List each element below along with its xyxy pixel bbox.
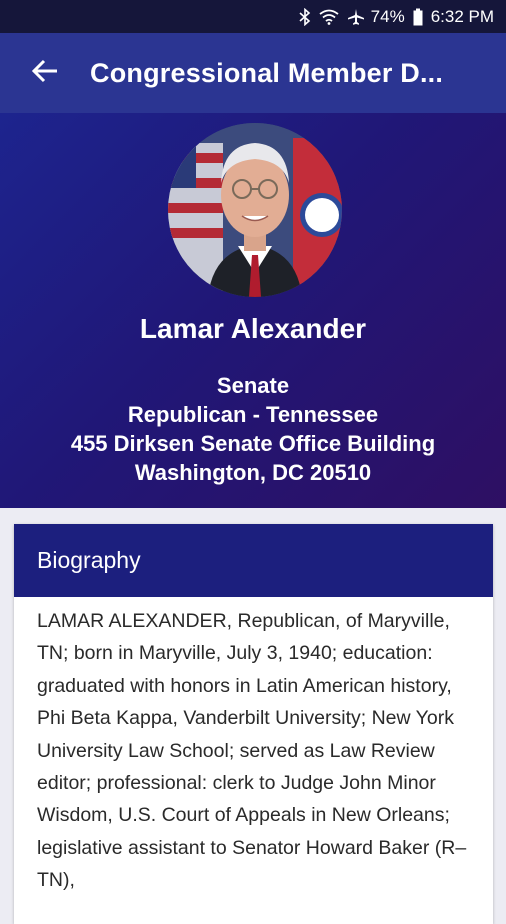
status-time: 6:32 PM (430, 6, 494, 26)
page-title: Congressional Member D... (90, 57, 444, 88)
member-chamber: Senate (216, 373, 290, 398)
member-name: Lamar Alexander (139, 313, 367, 344)
battery-percentage: 74% (370, 6, 405, 26)
app-bar: Congressional Member D... (0, 33, 506, 113)
member-address-line2: Washington, DC 20510 (134, 460, 372, 485)
battery-icon (413, 8, 423, 26)
member-photo (168, 123, 342, 297)
member-header: Lamar Alexander Senate Republican - Tenn… (0, 113, 506, 508)
arrow-left-icon (31, 57, 59, 90)
member-info: Senate Republican - Tennessee 455 Dirkse… (0, 371, 506, 487)
member-address-line1: 455 Dirksen Senate Office Building (70, 431, 436, 456)
wifi-icon (319, 9, 339, 25)
status-bar: 74% 6:32 PM (0, 0, 506, 33)
airplane-icon (347, 8, 365, 26)
back-button[interactable] (0, 33, 90, 113)
biography-text: LAMAR ALEXANDER, Republican, of Maryvill… (37, 610, 467, 892)
member-party-state: Republican - Tennessee (127, 402, 379, 427)
biography-card: Biography LAMAR ALEXANDER, Republican, o… (14, 524, 493, 924)
bluetooth-icon (299, 7, 311, 26)
biography-heading: Biography (14, 524, 493, 597)
